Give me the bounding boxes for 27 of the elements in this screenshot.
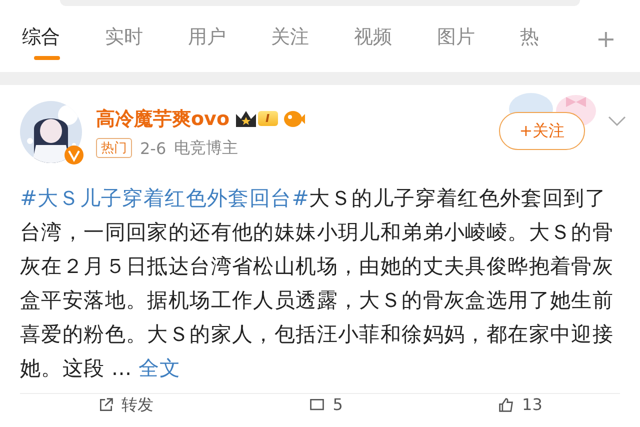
fish-icon (282, 108, 306, 128)
follow-button[interactable]: +关注 (499, 112, 585, 150)
author-title: 电竞博主 (174, 138, 238, 158)
comment-button[interactable]: 5 (308, 396, 343, 414)
full-text-link[interactable]: 全文 (138, 356, 181, 380)
add-tab-button[interactable]: + (590, 24, 622, 54)
tab[interactable]: 关注 (271, 18, 354, 60)
level-badge: I (258, 111, 278, 126)
comment-icon (308, 397, 325, 413)
post-text: #大Ｓ儿子穿着红色外套回台#大Ｓ的儿子穿着红色外套回到了台湾，一同回家的还有他的妹妹小玥儿和弟弟小崚崚。大Ｓ的骨灰在２月５日抵达台湾省松山机场，由她的丈夫具俊晔抱着骨灰盒平安落地。据机场工作人员透露，大Ｓ的骨灰盒选用了她生前喜爱的粉色。大Ｓ的家人，包括汪小菲和徐妈妈，都在家中迎接她。这段 ... 全文 (20, 185, 615, 382)
author-name[interactable]: 高冷魔芋爽ovo (96, 106, 230, 132)
repost-button[interactable]: 转发 (98, 396, 154, 414)
tab[interactable]: 视频 (354, 18, 437, 60)
tab[interactable]: 用户 (188, 18, 271, 60)
verified-icon (64, 145, 84, 165)
crown-icon (234, 108, 258, 128)
tab[interactable]: 图片 (437, 18, 520, 60)
hashtag-link[interactable]: #大Ｓ儿子穿着红色外套回台# (20, 186, 310, 210)
tab[interactable]: 综合 (22, 18, 105, 60)
share-icon (98, 397, 114, 413)
like-button[interactable]: 13 (498, 396, 542, 414)
chevron-down-icon[interactable] (608, 115, 626, 127)
hot-tag: 热门 (96, 138, 132, 158)
tab[interactable]: 实时 (105, 18, 188, 60)
post-date: 2-6 (140, 138, 166, 158)
tab[interactable]: 热 (520, 18, 564, 60)
thumbs-up-icon (498, 397, 514, 413)
